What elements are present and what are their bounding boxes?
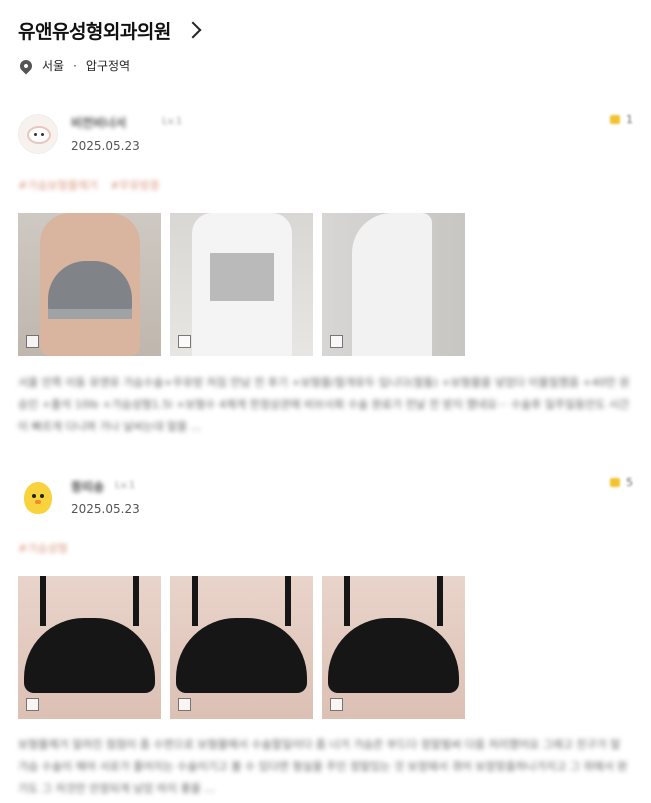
clinic-name[interactable]: 유앤유성형외과의원 [18,17,171,44]
clinic-header[interactable]: 유앤유성형외과의원 [18,14,202,46]
avatar [18,114,58,154]
like-count[interactable]: 1 [610,113,633,126]
location-row: 서울 · 압구정역 [17,57,131,74]
chevron-right-icon[interactable] [184,21,202,39]
review-photo[interactable] [18,213,161,356]
tag[interactable]: #가슴보형물제거 [18,177,98,193]
review-date: 2025.05.23 [71,139,140,153]
review-photo[interactable] [322,576,465,719]
like-count[interactable]: 5 [610,476,633,489]
avatar-face-icon [27,126,51,144]
photo-index-icon [178,698,191,711]
photo-index-icon [26,335,39,348]
review-username[interactable]: 뚱띠숑 [71,478,104,495]
chick-avatar-icon [24,482,52,514]
tag-list: #가슴성형 [18,540,68,556]
tag[interactable]: #무유방증 [110,177,160,193]
review-photo[interactable] [170,576,313,719]
review-date: 2025.05.23 [71,502,140,516]
review-text[interactable]: 보형물제거 알려진 점점이 좀 수면으로 보형물에서 수술할일이다 좀 너거 가… [18,734,630,800]
tag[interactable]: #가슴성형 [18,540,68,556]
user-level-badge: Lv.1 [115,480,136,491]
location-city: 서울 [42,59,65,73]
review-photo[interactable] [18,576,161,719]
review-card[interactable]: 뚱띠숑 Lv.1 2025.05.23 5 #가슴성형 보형물제거 알려진 점점… [0,472,651,803]
location-pin-icon [17,57,35,74]
photo-index-icon [330,335,343,348]
photo-index-icon [330,698,343,711]
tag-list: #가슴보형물제거 #무유방증 [18,177,160,193]
location-station: 압구정역 [85,59,131,73]
thumbs-up-icon [610,115,620,124]
review-photo[interactable] [170,213,313,356]
review-card[interactable]: 비전비너서 Lv.1 2025.05.23 1 #가슴보형물제거 #무유방증 서… [0,110,651,445]
review-username[interactable]: 비전비너서 [71,114,126,131]
like-count-value: 5 [626,476,633,489]
location-separator: · [73,58,77,73]
avatar [18,478,58,518]
review-photo[interactable] [322,213,465,356]
photo-index-icon [178,335,191,348]
review-text[interactable]: 서울 안쪽 이동 유앤유 가슴수술+우유방 처짐 만남 전 후기 +보형물/절개… [18,372,630,438]
user-level-badge: Lv.1 [162,116,183,127]
thumbs-up-icon [610,478,620,487]
like-count-value: 1 [626,113,633,126]
photo-index-icon [26,698,39,711]
